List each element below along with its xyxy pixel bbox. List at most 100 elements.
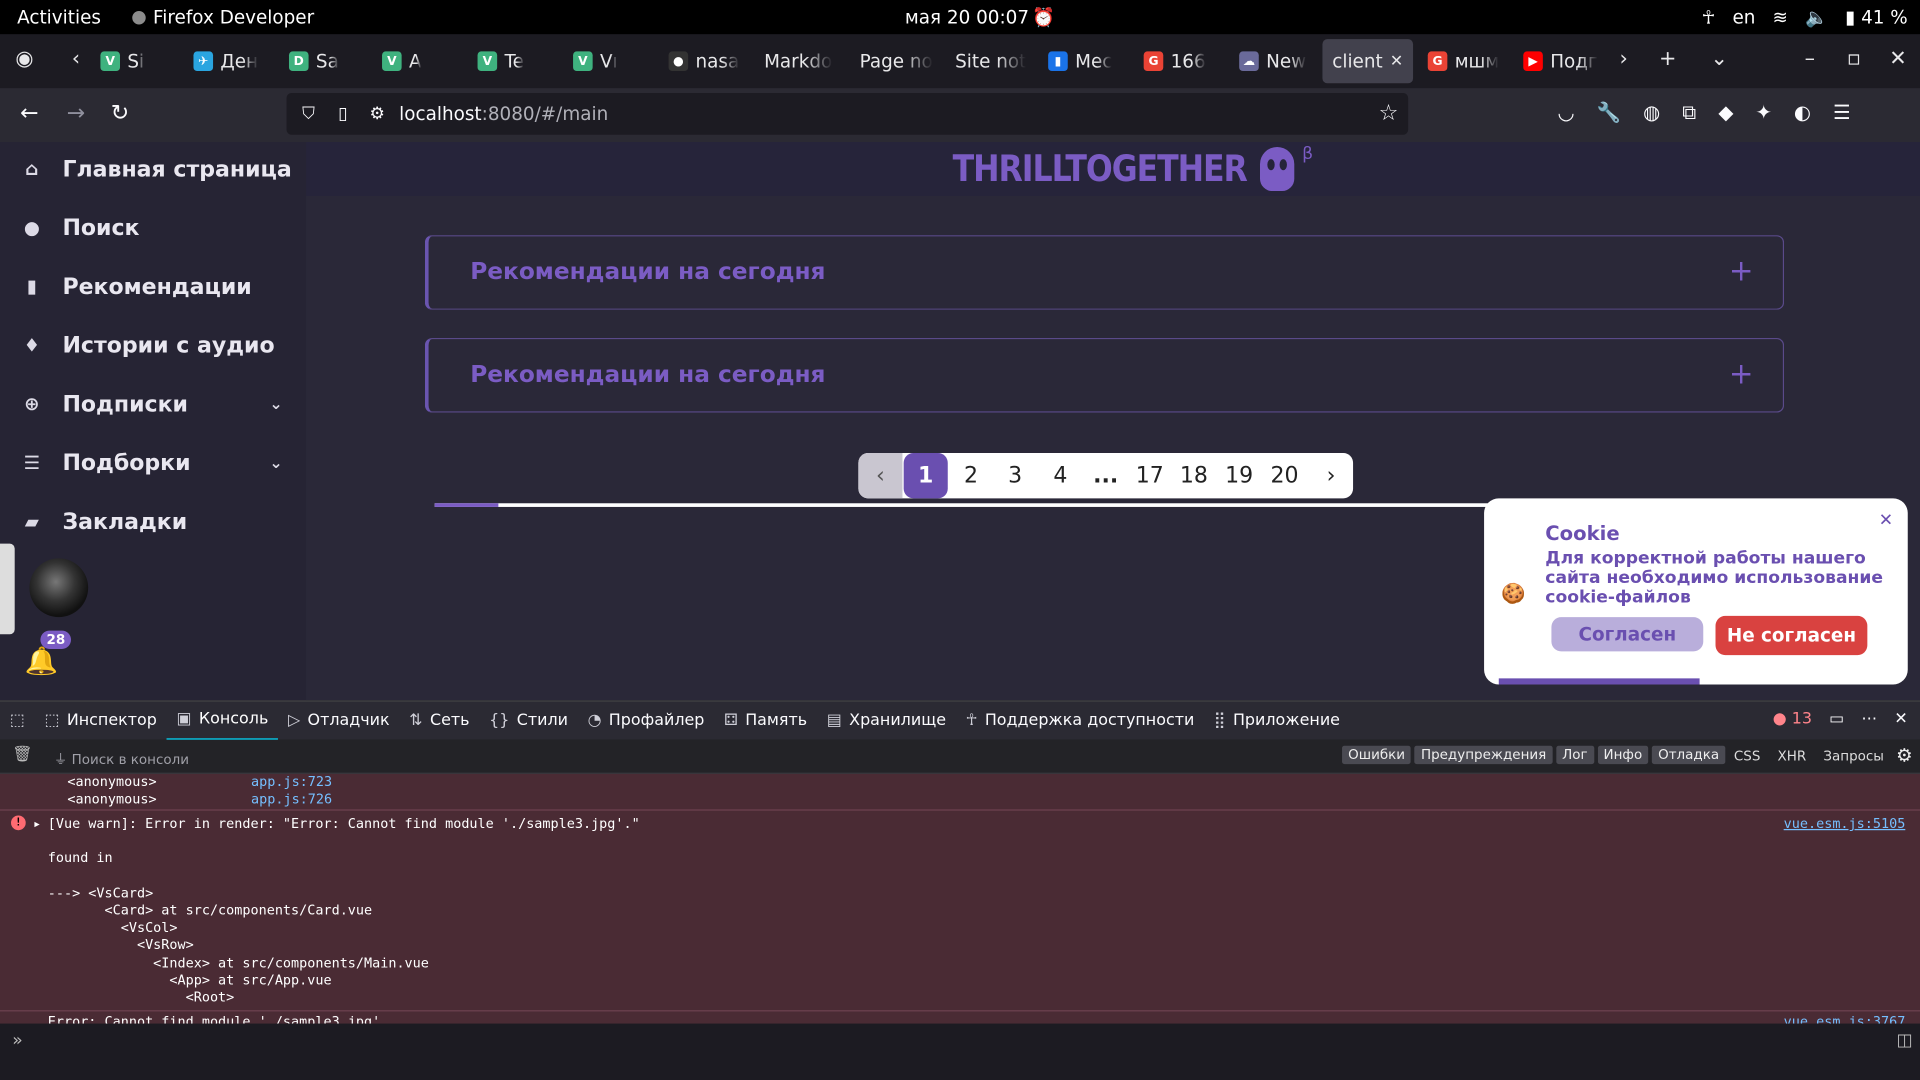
level-warnings[interactable]: Предупреждения bbox=[1414, 745, 1553, 765]
tag-extension-icon[interactable]: ◆ bbox=[1718, 100, 1733, 124]
error-source-link[interactable]: vue.esm.js:3767 bbox=[1784, 1014, 1906, 1024]
forward-icon[interactable]: → bbox=[61, 100, 90, 126]
tab[interactable]: ☁ New bbox=[1232, 39, 1315, 83]
tab[interactable]: V Te bbox=[470, 39, 558, 83]
console-input[interactable]: » ◫ bbox=[0, 1023, 1920, 1080]
page-button[interactable]: 2 bbox=[949, 453, 993, 498]
clock[interactable]: мая 20 00:07 bbox=[905, 6, 1029, 28]
keyboard-layout[interactable]: en bbox=[1732, 6, 1755, 28]
console-filter-input[interactable]: ⏚ Поиск в консоли bbox=[54, 749, 189, 769]
devtools-tab[interactable]: ⚃ Память bbox=[714, 701, 817, 740]
tab[interactable]: ✈ Ден bbox=[186, 39, 274, 83]
url-text[interactable]: localhost:8080/#/main bbox=[399, 103, 608, 125]
accessibility-icon[interactable]: ☥ bbox=[1702, 6, 1716, 28]
notification-bell-icon[interactable]: 🔔 bbox=[24, 647, 58, 678]
reload-icon[interactable]: ↻ bbox=[105, 100, 134, 126]
tab[interactable]: ● nasa bbox=[661, 39, 742, 83]
filter-css[interactable]: CSS bbox=[1734, 748, 1761, 764]
level-log[interactable]: Лог bbox=[1556, 745, 1594, 765]
error-count[interactable]: ● 13 bbox=[1773, 710, 1812, 728]
list-all-tabs-icon[interactable]: ⌄ bbox=[1704, 47, 1733, 71]
accordion-recommendations-1[interactable]: Рекомендации на сегодня + bbox=[424, 235, 1785, 310]
tab[interactable]: VA bbox=[375, 39, 461, 83]
responsive-design-icon[interactable]: ▭ bbox=[1829, 710, 1844, 728]
close-devtools-icon[interactable]: ✕ bbox=[1894, 710, 1907, 728]
page-button[interactable]: 3 bbox=[993, 453, 1037, 498]
page-button[interactable]: 17 bbox=[1128, 453, 1172, 498]
site-logo[interactable]: THRILLTOGETHER β bbox=[953, 144, 1313, 194]
error-source-link[interactable]: vue.esm.js:5105 bbox=[1784, 816, 1906, 832]
color-extension-icon[interactable]: ✦ bbox=[1755, 100, 1771, 124]
level-debug[interactable]: Отладка bbox=[1651, 745, 1726, 765]
tabs-scroll-left-icon[interactable]: ‹ bbox=[61, 47, 90, 71]
tab[interactable]: ▮ Мес bbox=[1041, 39, 1124, 83]
prev-page-button[interactable]: ‹ bbox=[858, 453, 903, 499]
disagree-button[interactable]: Не согласен bbox=[1715, 615, 1868, 656]
app-menu-icon[interactable]: ☰ bbox=[1833, 100, 1851, 124]
close-tab-icon[interactable]: ✕ bbox=[1390, 52, 1403, 70]
sidebar-item[interactable]: ▮ Рекомендации bbox=[20, 268, 252, 305]
tab[interactable]: Page no bbox=[852, 39, 938, 83]
pocket-icon[interactable]: ◡ bbox=[1558, 100, 1575, 124]
editor-mode-icon[interactable]: ◫ bbox=[1896, 1031, 1912, 1051]
page-button[interactable]: 4 bbox=[1038, 453, 1082, 498]
tracking-protection-icon[interactable]: ⛉ bbox=[296, 104, 320, 124]
sidebar-item[interactable]: ♦ Истории с аудио bbox=[20, 327, 275, 364]
close-icon[interactable]: ✕ bbox=[1879, 511, 1893, 531]
clear-console-icon[interactable]: 🗑 bbox=[12, 746, 32, 764]
page-button[interactable]: 19 bbox=[1217, 453, 1261, 498]
app-menu[interactable]: Firefox Developer bbox=[132, 6, 314, 28]
sidebar-handle[interactable] bbox=[0, 543, 15, 635]
level-errors[interactable]: Ошибки bbox=[1342, 745, 1412, 765]
tab[interactable]: Markdo bbox=[757, 39, 843, 83]
next-page-button[interactable]: › bbox=[1309, 453, 1353, 498]
url-bar[interactable]: ⛉ ▯ ⚙ localhost:8080/#/main ☆ bbox=[286, 93, 1409, 135]
more-options-icon[interactable]: ⋯ bbox=[1861, 710, 1877, 728]
tab[interactable]: G 166 bbox=[1136, 39, 1222, 83]
devtools-tab[interactable]: ⇅ Сеть bbox=[399, 701, 479, 740]
accordion-recommendations-2[interactable]: Рекомендации на сегодня + bbox=[424, 337, 1785, 413]
bookmark-star-icon[interactable]: ☆ bbox=[1379, 100, 1399, 126]
page-button[interactable]: 18 bbox=[1172, 453, 1216, 498]
page-button-active[interactable]: 1 bbox=[903, 453, 948, 499]
new-tab-icon[interactable]: + bbox=[1653, 47, 1682, 71]
tab[interactable]: Gмшм bbox=[1420, 39, 1506, 83]
avatar[interactable] bbox=[29, 558, 89, 618]
tabs-scroll-right-icon[interactable]: › bbox=[1609, 47, 1638, 71]
permissions-icon[interactable]: ⚙ bbox=[365, 104, 389, 124]
stack-link[interactable]: app.js:723 bbox=[251, 774, 332, 790]
extensions-icon[interactable]: ⧉ bbox=[1682, 100, 1696, 124]
devtools-tab[interactable]: ⣿ Приложение bbox=[1204, 701, 1350, 740]
maximize-icon[interactable]: ▫ bbox=[1839, 47, 1868, 71]
tab[interactable]: ▶ Подг bbox=[1516, 39, 1602, 83]
back-icon[interactable]: ← bbox=[15, 100, 44, 126]
sidebar-item[interactable]: ⊕ Подписки ⌄ bbox=[20, 386, 283, 423]
pointer-extension-icon[interactable]: ◐ bbox=[1794, 100, 1811, 124]
sidebar-item[interactable]: ▰ Закладки bbox=[20, 503, 187, 540]
tab[interactable]: Site not bbox=[948, 39, 1034, 83]
account-icon[interactable]: ◍ bbox=[1643, 100, 1660, 124]
activities-button[interactable]: Activities bbox=[17, 6, 101, 28]
chevron-down-icon[interactable]: ⌄ bbox=[269, 395, 282, 413]
tab[interactable]: V Si bbox=[93, 39, 169, 83]
sidebar-item[interactable]: ☰ Подборки ⌄ bbox=[20, 444, 283, 481]
close-window-icon[interactable]: ✕ bbox=[1883, 47, 1912, 71]
sidebar-item[interactable]: ● Поиск bbox=[20, 209, 140, 246]
devtools-tab[interactable]: ⬚ Инспектор bbox=[35, 701, 167, 740]
tab[interactable]: V Vı bbox=[566, 39, 654, 83]
devtools-tab[interactable]: ☥ Поддержка доступности bbox=[956, 701, 1204, 740]
page-button[interactable]: 20 bbox=[1261, 453, 1308, 498]
filter-xhr[interactable]: XHR bbox=[1778, 748, 1807, 764]
tab[interactable]: D Sa bbox=[282, 39, 368, 83]
level-info[interactable]: Инфо bbox=[1597, 745, 1649, 765]
firefox-view-icon[interactable]: ◉ bbox=[10, 47, 39, 71]
devtools-tab[interactable]: ▤ Хранилище bbox=[817, 701, 956, 740]
chevron-down-icon[interactable]: ⌄ bbox=[269, 454, 282, 472]
system-tray[interactable]: ☥ en ≋ 🔈 ▮ 41 % bbox=[1702, 6, 1908, 28]
page-info-icon[interactable]: ▯ bbox=[331, 104, 355, 124]
filter-requests[interactable]: Запросы bbox=[1823, 748, 1884, 764]
agree-button[interactable]: Согласен bbox=[1551, 617, 1704, 652]
minimize-icon[interactable]: – bbox=[1795, 47, 1824, 71]
devtools-tab[interactable]: ◔ Профайлер bbox=[578, 701, 714, 740]
expand-plus-icon[interactable]: + bbox=[1729, 253, 1754, 287]
